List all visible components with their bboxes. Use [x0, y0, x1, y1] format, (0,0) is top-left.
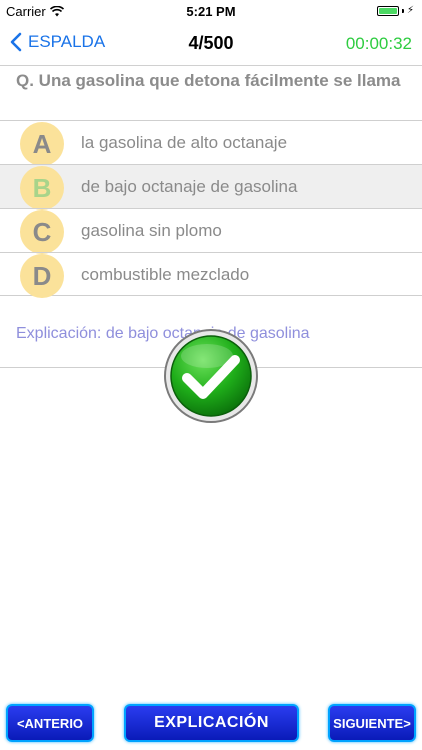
option-letter-badge: C	[20, 210, 64, 254]
question-text: Q. Una gasolina que detona fácilmente se…	[16, 71, 401, 90]
option-b[interactable]: B de bajo octanaje de gasolina	[0, 164, 422, 210]
option-a[interactable]: A la gasolina de alto octanaje	[0, 120, 422, 166]
option-text: la gasolina de alto octanaje	[81, 133, 288, 152]
back-label: ESPALDA	[28, 32, 106, 51]
option-c[interactable]: C gasolina sin plomo	[0, 208, 422, 254]
option-letter-badge: A	[20, 122, 64, 166]
option-letter-badge: D	[20, 254, 64, 298]
option-text: gasolina sin plomo	[81, 221, 222, 240]
option-d[interactable]: D combustible mezclado	[0, 252, 422, 298]
battery-icon	[376, 5, 399, 16]
nav-bar: ESPALDA 4/500 00:00:32	[0, 22, 422, 66]
next-button[interactable]: SIGUIENTE>	[328, 704, 416, 742]
option-text: combustible mezclado	[81, 265, 250, 284]
quiz-timer: 00:00:32	[345, 34, 412, 53]
explanation-button[interactable]: EXPLICACIÓN	[124, 704, 299, 742]
status-bar: Carrier 5:21 PM ⚡	[0, 0, 422, 22]
previous-button[interactable]: <ANTERIO	[6, 704, 94, 742]
charging-icon: ⚡	[406, 5, 414, 16]
status-time: 5:21 PM	[186, 4, 236, 19]
answer-options: A la gasolina de alto octanaje B de bajo…	[0, 120, 422, 298]
chevron-left-icon	[10, 32, 22, 52]
option-letter-badge: B	[20, 166, 64, 210]
battery-indicator: ⚡	[376, 5, 414, 16]
check-icon	[164, 329, 258, 423]
option-text: de bajo octanaje de gasolina	[81, 177, 298, 196]
back-button[interactable]: ESPALDA	[10, 32, 105, 52]
